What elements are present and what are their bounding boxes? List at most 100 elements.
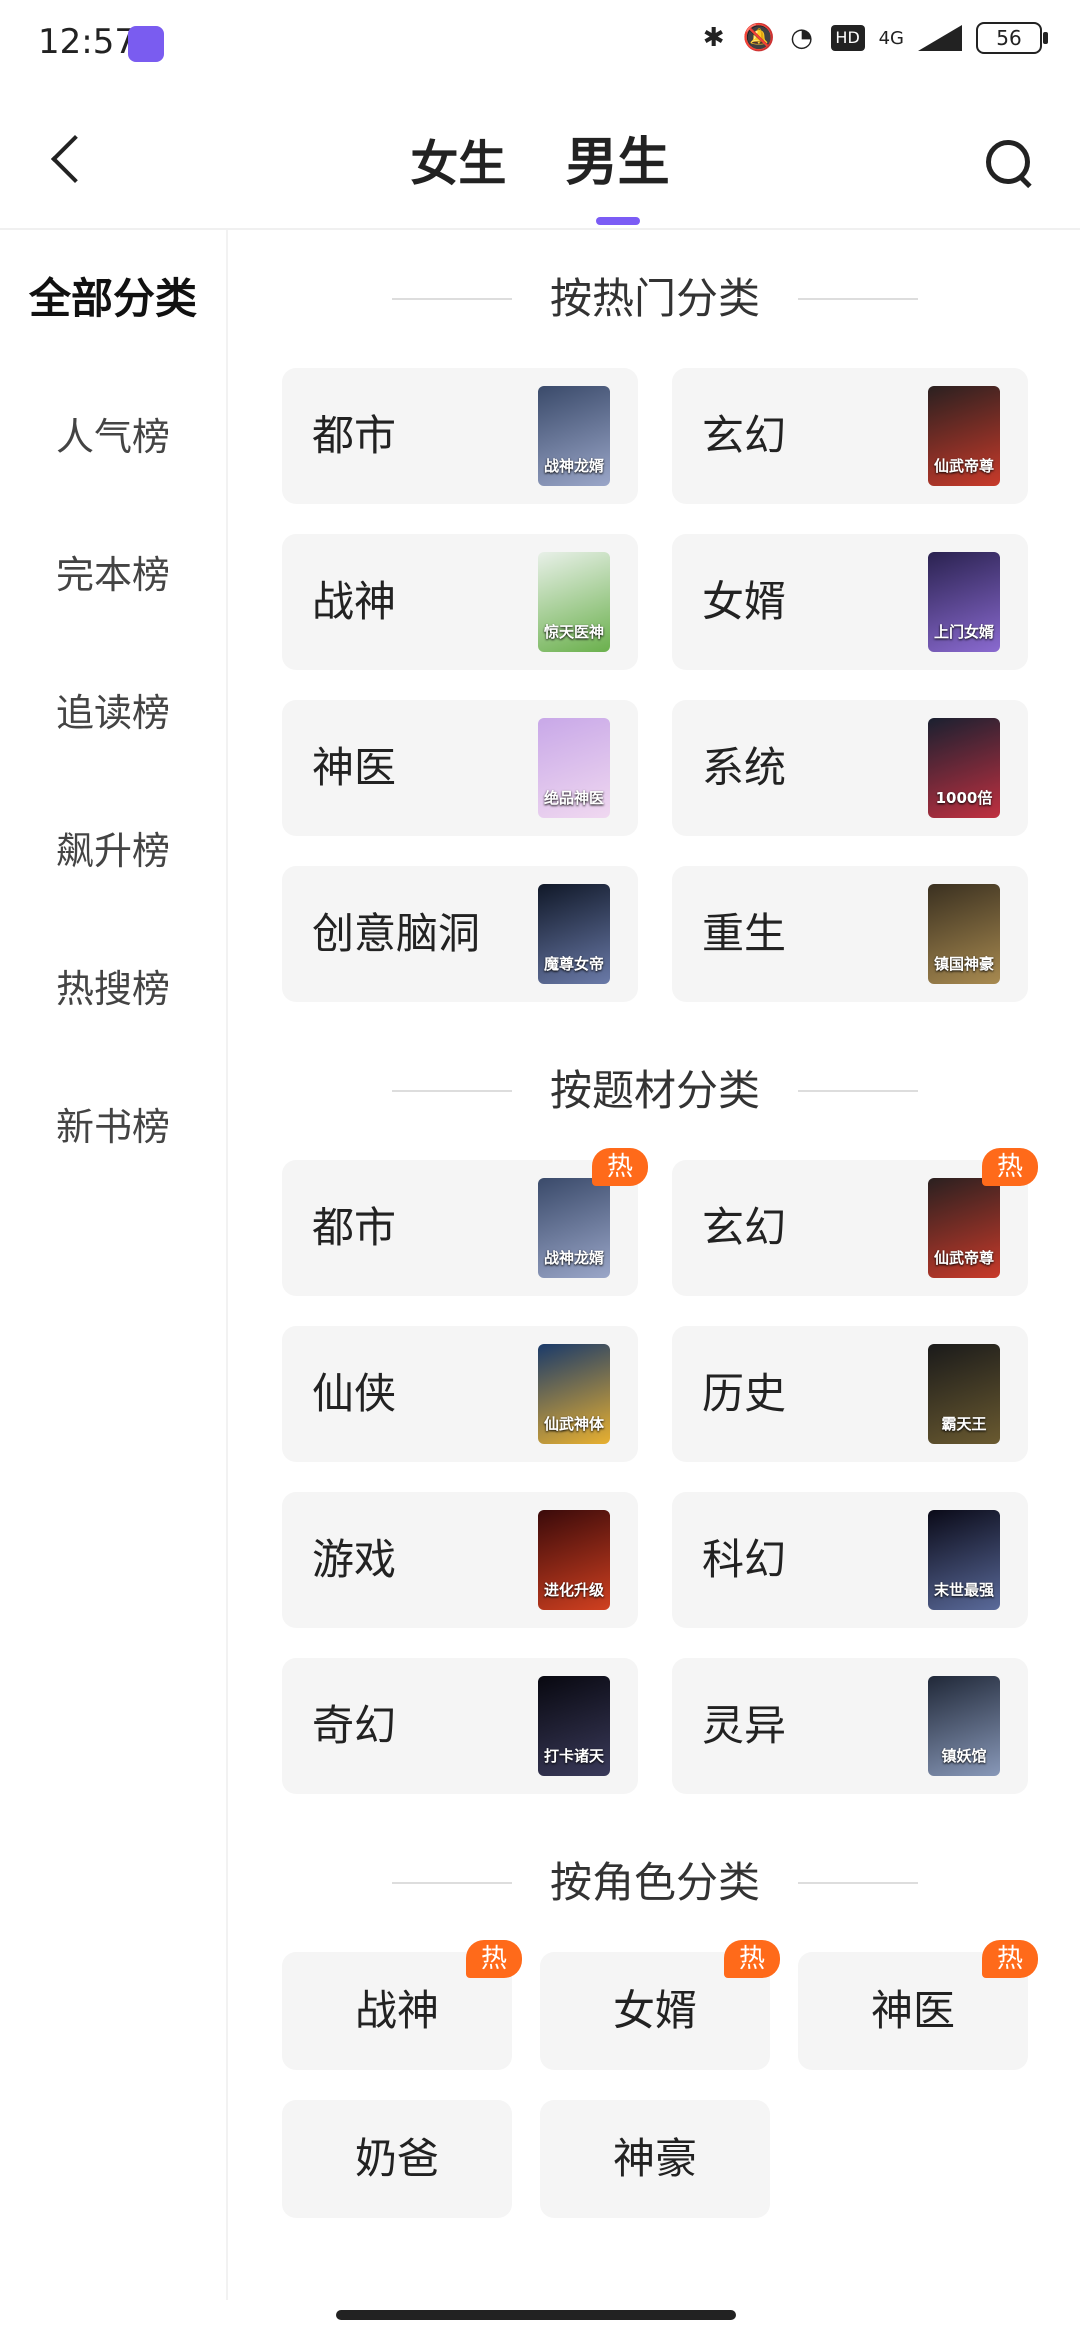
- role-label: 奶爸: [354, 2134, 439, 2183]
- role-label: 女婿: [612, 1986, 697, 2035]
- cover-title: 绝品神医: [543, 789, 604, 807]
- category-label: 历史: [702, 1369, 787, 1418]
- app-notification-icon: [128, 26, 164, 62]
- cover-title: 战神龙婿: [543, 457, 604, 475]
- book-cover: 镇妖馆: [928, 1676, 1000, 1776]
- hot-badge: 热: [982, 1940, 1038, 1978]
- section-title-text: 按题材分类: [549, 1066, 760, 1115]
- category-card[interactable]: 重生 镇国神豪: [672, 866, 1028, 1002]
- book-cover: 进化升级: [538, 1510, 610, 1610]
- role-card[interactable]: 神医 热: [798, 1940, 1038, 2070]
- sidebar: 全部分类 人气榜 完本榜 追读榜 飙升榜 热搜榜 新书榜: [0, 230, 228, 2300]
- role-card[interactable]: 战神 热: [282, 1940, 522, 2070]
- sidebar-item-completed[interactable]: 完本榜: [0, 506, 226, 644]
- category-label: 玄幻: [702, 411, 787, 460]
- category-label: 女婿: [702, 577, 787, 626]
- top-nav: 女生 男生: [0, 90, 1080, 230]
- mute-bell-icon: 🔕: [742, 23, 775, 53]
- bluetooth-icon: ✱: [702, 23, 725, 53]
- tab-male[interactable]: 男生: [565, 120, 670, 225]
- category-card[interactable]: 游戏 进化升级: [282, 1492, 638, 1628]
- role-card[interactable]: 奶爸: [282, 2100, 512, 2218]
- divider: [798, 1882, 918, 1884]
- hd-icon: HD: [830, 25, 865, 51]
- cover-title: 打卡诸天: [543, 1747, 604, 1765]
- category-card[interactable]: 玄幻 仙武帝尊: [672, 368, 1028, 504]
- cover-title: 镇妖馆: [941, 1747, 987, 1765]
- book-cover: 打卡诸天: [538, 1676, 610, 1776]
- section-title-hot: 按热门分类: [282, 230, 1028, 368]
- cover-title: 仙武神体: [543, 1415, 604, 1433]
- category-card[interactable]: 系统 1000倍: [672, 700, 1028, 836]
- sidebar-item-all-categories[interactable]: 全部分类: [0, 230, 226, 368]
- alarm-icon: ◔: [790, 23, 813, 53]
- cover-title: 1000倍: [935, 789, 993, 807]
- category-card[interactable]: 女婿 上门女婿: [672, 534, 1028, 670]
- book-cover: 1000倍: [928, 718, 1000, 818]
- book-cover: 末世最强: [928, 1510, 1000, 1610]
- divider: [798, 298, 918, 300]
- gender-tabs: 女生 男生: [0, 120, 1080, 225]
- divider: [392, 298, 512, 300]
- role-card[interactable]: 女婿 热: [540, 1940, 780, 2070]
- section-title-role: 按角色分类: [282, 1814, 1028, 1952]
- book-cover: 上门女婿: [928, 552, 1000, 652]
- category-card[interactable]: 神医 绝品神医: [282, 700, 638, 836]
- signal-icon: [918, 25, 962, 51]
- category-label: 仙侠: [312, 1369, 397, 1418]
- tab-female[interactable]: 女生: [410, 124, 506, 194]
- sidebar-item-rising[interactable]: 飙升榜: [0, 782, 226, 920]
- cover-title: 惊天医神: [543, 623, 604, 641]
- book-cover: 仙武帝尊: [928, 1178, 1000, 1278]
- section-title-text: 按热门分类: [549, 274, 760, 323]
- network-type: 4G: [878, 27, 904, 49]
- active-tab-indicator: [595, 217, 640, 225]
- cover-title: 霸天王: [941, 1415, 987, 1433]
- category-card[interactable]: 奇幻 打卡诸天: [282, 1658, 638, 1794]
- category-label: 创意脑洞: [312, 909, 481, 958]
- cover-title: 战神龙婿: [543, 1249, 604, 1267]
- role-card[interactable]: 神豪: [540, 2100, 770, 2218]
- category-card[interactable]: 玄幻 仙武帝尊 热: [672, 1148, 1038, 1296]
- book-cover: 绝品神医: [538, 718, 610, 818]
- cover-title: 末世最强: [933, 1581, 994, 1599]
- battery-icon: 56: [976, 22, 1048, 54]
- divider: [392, 1882, 512, 1884]
- cover-title: 仙武帝尊: [933, 1249, 994, 1267]
- sidebar-item-popular[interactable]: 人气榜: [0, 368, 226, 506]
- cover-title: 进化升级: [543, 1581, 604, 1599]
- book-cover: 魔尊女帝: [538, 884, 610, 984]
- section-title-text: 按角色分类: [549, 1858, 760, 1907]
- hot-badge: 热: [592, 1148, 648, 1186]
- theme-category-grid: 都市 战神龙婿 热 玄幻 仙武帝尊 热 仙侠 仙武神体 历史 霸天王 游戏 进化…: [282, 1148, 1038, 1824]
- book-cover: 战神龙婿: [538, 1178, 610, 1278]
- category-card[interactable]: 科幻 末世最强: [672, 1492, 1028, 1628]
- hot-badge: 热: [466, 1940, 522, 1978]
- category-card[interactable]: 仙侠 仙武神体: [282, 1326, 638, 1462]
- home-indicator[interactable]: [336, 2310, 736, 2320]
- divider: [392, 1090, 512, 1092]
- role-label: 神医: [870, 1986, 955, 2035]
- book-cover: 仙武帝尊: [928, 386, 1000, 486]
- category-label: 神医: [312, 743, 397, 792]
- book-cover: 战神龙婿: [538, 386, 610, 486]
- tab-male-label: 男生: [565, 133, 670, 193]
- cover-title: 仙武帝尊: [933, 457, 994, 475]
- category-card[interactable]: 都市 战神龙婿 热: [282, 1148, 648, 1296]
- category-card[interactable]: 战神 惊天医神: [282, 534, 638, 670]
- category-card[interactable]: 都市 战神龙婿: [282, 368, 638, 504]
- category-card[interactable]: 创意脑洞 魔尊女帝: [282, 866, 638, 1002]
- sidebar-item-hot-search[interactable]: 热搜榜: [0, 920, 226, 1058]
- category-card[interactable]: 灵异 镇妖馆: [672, 1658, 1028, 1794]
- category-card[interactable]: 历史 霸天王: [672, 1326, 1028, 1462]
- role-category-grid: 战神 热 女婿 热 神医 热 奶爸 神豪: [282, 1940, 1038, 2218]
- sidebar-item-new-books[interactable]: 新书榜: [0, 1058, 226, 1196]
- sidebar-item-following[interactable]: 追读榜: [0, 644, 226, 782]
- category-content: 按热门分类 都市 战神龙婿 玄幻 仙武帝尊 战神 惊天医神 女婿 上门女婿 神医…: [282, 230, 1038, 2218]
- book-cover: 镇国神豪: [928, 884, 1000, 984]
- book-cover: 霸天王: [928, 1344, 1000, 1444]
- search-icon[interactable]: [980, 134, 1036, 190]
- book-cover: 惊天医神: [538, 552, 610, 652]
- category-label: 科幻: [702, 1535, 787, 1584]
- hot-category-grid: 都市 战神龙婿 玄幻 仙武帝尊 战神 惊天医神 女婿 上门女婿 神医 绝品神医 …: [282, 368, 1028, 1032]
